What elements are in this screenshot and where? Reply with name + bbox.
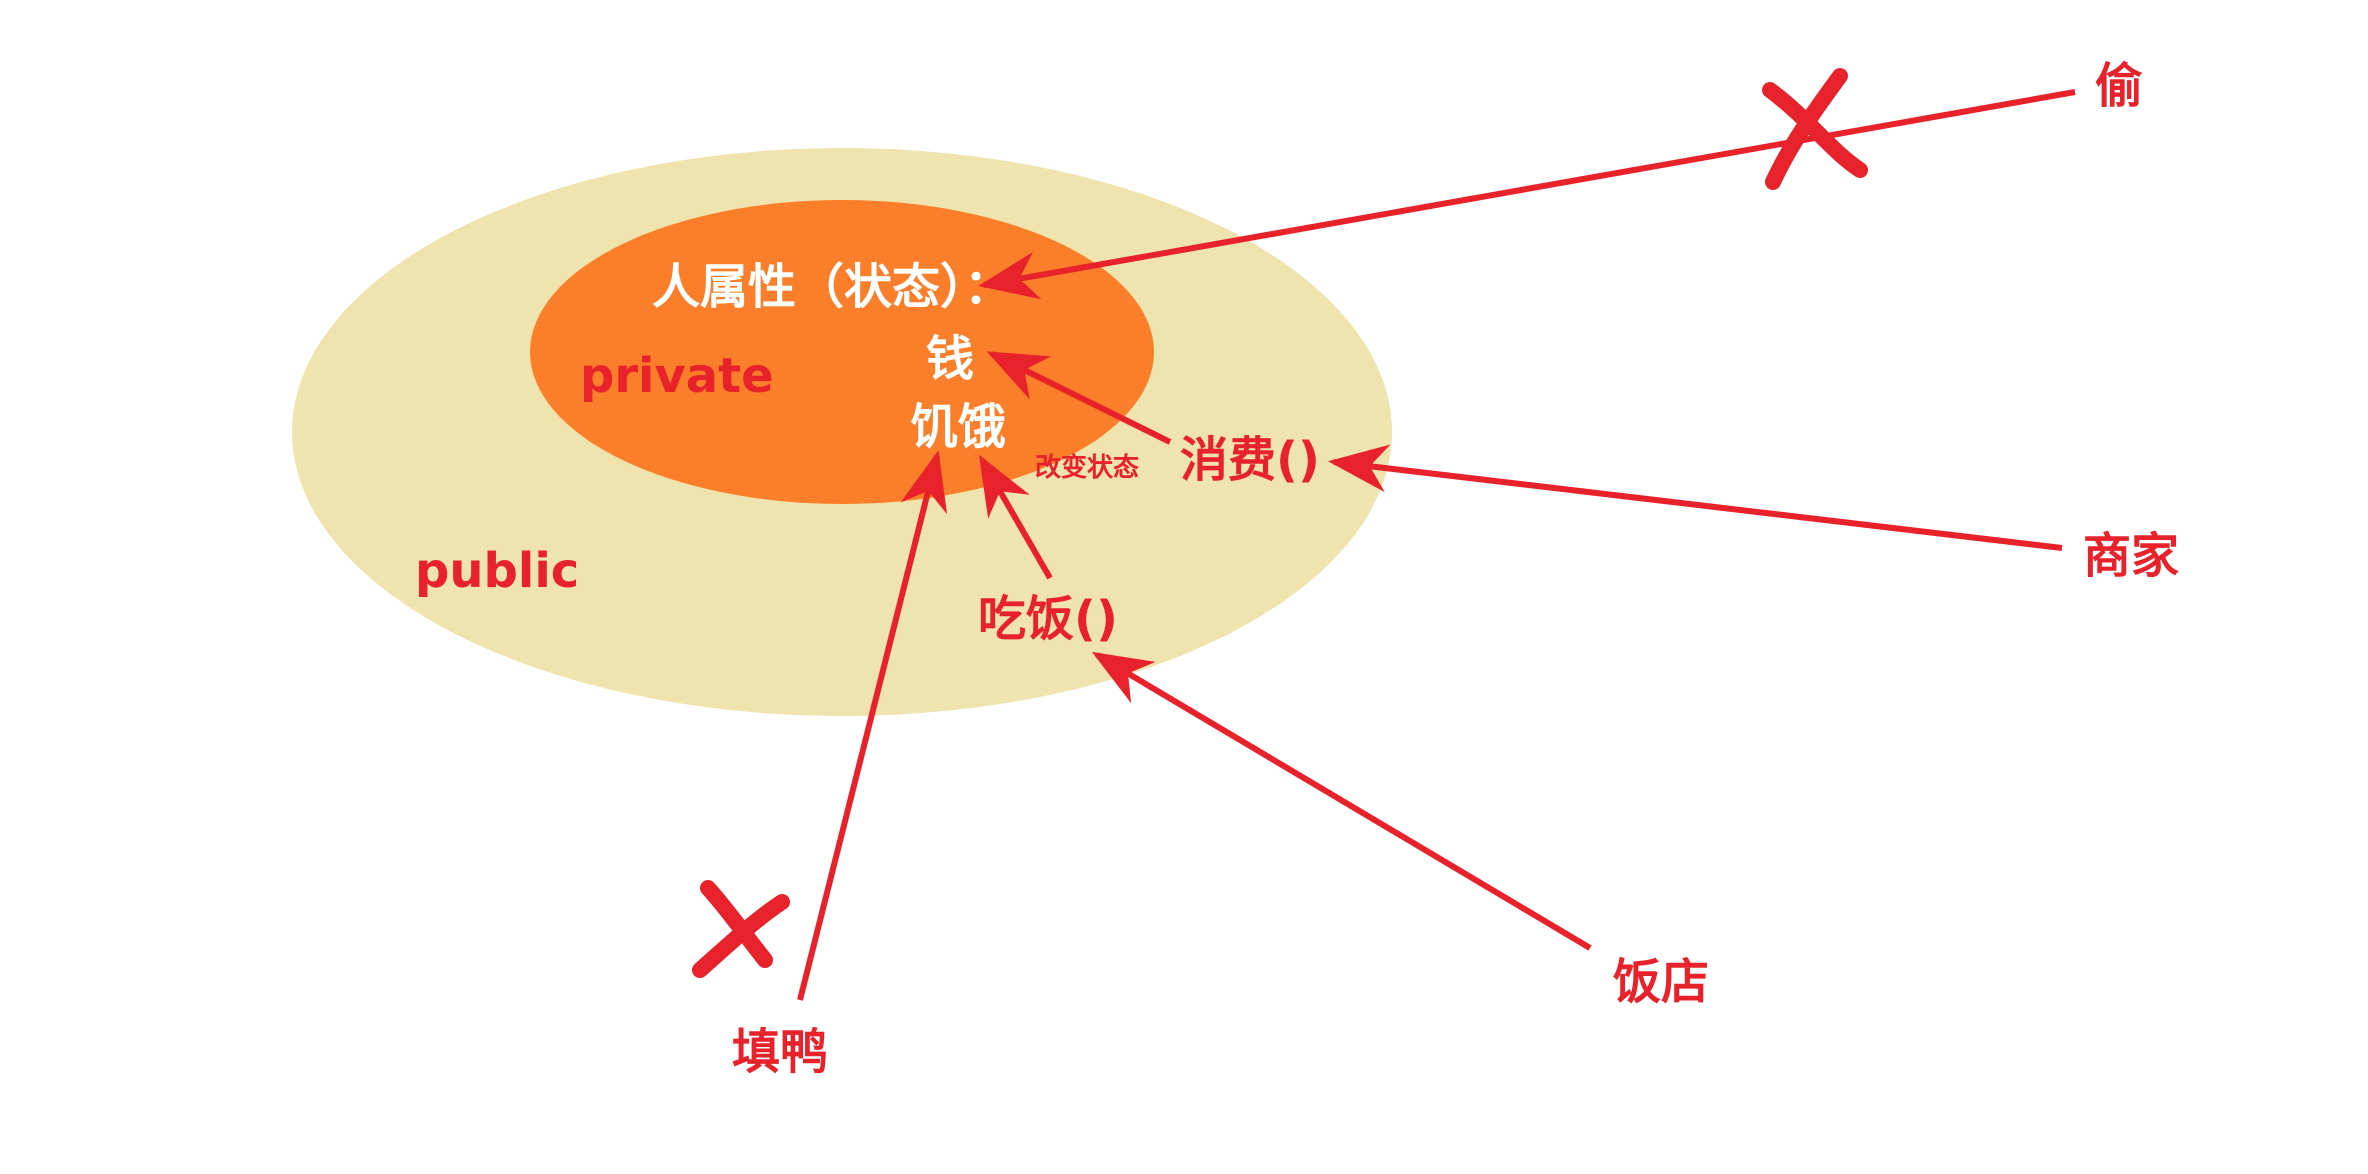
attributes-title: 人属性（状态）：: [652, 259, 1012, 315]
merchant-actor: 商家: [2083, 528, 2179, 584]
cross-icon: [692, 880, 790, 978]
money-attribute: 钱: [926, 331, 974, 387]
change-state-note: 改变状态: [1035, 452, 1139, 483]
consume-method: 消费(): [1180, 432, 1320, 488]
private-label: private: [580, 348, 774, 404]
cross-icon: [1762, 68, 1868, 190]
force-feed-actor: 填鸭: [732, 1024, 828, 1080]
merchant-arrow: [1328, 444, 2063, 551]
steal-actor: 偷: [2095, 58, 2143, 114]
steal-arrow: [978, 89, 2076, 300]
eat-method: 吃饭(): [978, 591, 1118, 647]
public-label: public: [415, 543, 579, 599]
restaurant-actor: 饭店: [1613, 954, 1709, 1010]
restaurant-arrow: [1091, 651, 1592, 951]
hunger-attribute: 饥饿: [910, 399, 1006, 455]
encapsulation-diagram: 人属性（状态）： 钱 饥饿 private public 改变状态 消费() 吃…: [292, 58, 2179, 1080]
